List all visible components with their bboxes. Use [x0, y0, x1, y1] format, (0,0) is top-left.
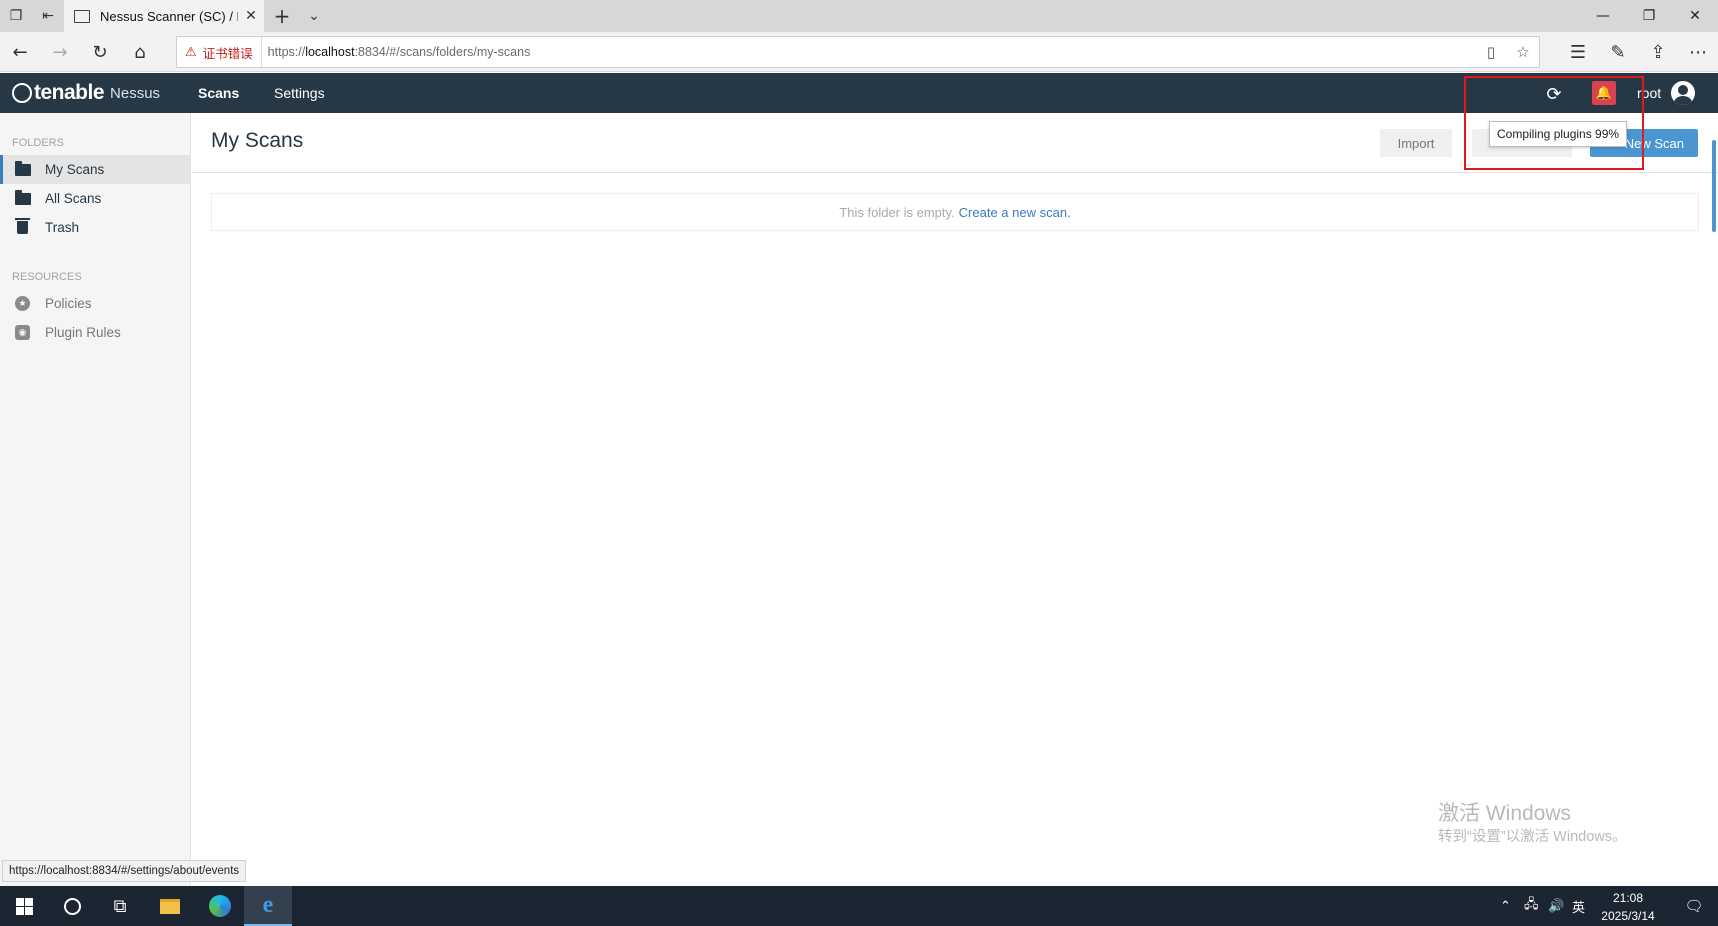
- edge-legacy-button[interactable]: e: [244, 886, 292, 926]
- action-center-icon[interactable]: 🗨: [1674, 886, 1714, 926]
- tab-title: Nessus Scanner (SC) / F: [100, 8, 238, 24]
- sidebar-item-plugin-rules[interactable]: ◉ Plugin Rules: [0, 318, 190, 347]
- set-tabs-aside-icon[interactable]: ⇤: [32, 0, 64, 32]
- tab-list-icon[interactable]: ❐: [0, 0, 32, 32]
- refresh-icon[interactable]: ↻: [80, 32, 120, 72]
- resources-heading: RESOURCES: [12, 271, 82, 283]
- file-explorer-button[interactable]: [146, 886, 194, 926]
- close-tab-icon[interactable]: ✕: [238, 8, 264, 24]
- browser-nav-bar: ← → ↻ ⌂ ⚠ 证书错误 https://localhost:8834/#/…: [0, 32, 1718, 72]
- empty-text: This folder is empty.: [839, 204, 955, 220]
- browser-tab-active[interactable]: Nessus Scanner (SC) / F ✕: [64, 0, 264, 32]
- highlight-box: [1464, 76, 1644, 170]
- page-icon: [74, 9, 90, 23]
- start-button[interactable]: [0, 886, 48, 926]
- reading-view-icon[interactable]: ▯: [1475, 43, 1507, 61]
- app-top-nav: tenable Nessus Scans Settings ⟳ 🔔 root: [0, 73, 1718, 113]
- task-view-icon: ⧉: [113, 895, 127, 917]
- taskbar: ⧉ e ⌃ 🖧 🔊 英 21:08 2025/3/14 🗨: [0, 886, 1718, 926]
- new-tab-icon[interactable]: +: [266, 0, 298, 32]
- url-host: localhost: [305, 45, 355, 59]
- certificate-error-button[interactable]: ⚠ 证书错误: [177, 37, 262, 67]
- forward-icon[interactable]: →: [40, 32, 80, 72]
- clock[interactable]: 21:08 2025/3/14: [1596, 889, 1660, 925]
- user-avatar-icon: [1671, 81, 1696, 105]
- sidebar-item-all-scans[interactable]: All Scans: [0, 184, 190, 213]
- plugin-rules-icon: ◉: [14, 325, 31, 340]
- sidebar-item-my-scans[interactable]: My Scans: [0, 155, 190, 184]
- cert-error-label: 证书错误: [202, 46, 253, 61]
- share-icon[interactable]: ⇪: [1638, 32, 1678, 72]
- web-note-icon[interactable]: ✎: [1598, 32, 1638, 72]
- windows-logo-icon: [15, 897, 33, 915]
- activate-windows-title: 激活 Windows: [1438, 802, 1572, 825]
- favorites-hub-icon[interactable]: ☰: [1558, 32, 1598, 72]
- tenable-logo-icon: [12, 83, 32, 103]
- edge-legacy-icon: e: [262, 891, 274, 918]
- folder-icon: [14, 189, 31, 206]
- search-circle-icon: [63, 897, 81, 915]
- more-icon[interactable]: ⋯: [1678, 32, 1718, 72]
- trash-icon: [14, 218, 31, 235]
- sidebar-item-label: Trash: [45, 220, 80, 235]
- address-bar-actions: ▯ ☆: [1475, 37, 1539, 67]
- restore-icon[interactable]: ❐: [1626, 0, 1672, 32]
- side-scroll-indicator: [1712, 140, 1716, 232]
- tab-preview-chevron-icon[interactable]: ⌄: [298, 0, 330, 32]
- folders-heading: FOLDERS: [12, 137, 64, 149]
- volume-icon[interactable]: 🔊: [1548, 886, 1564, 926]
- tenable-logo[interactable]: tenable Nessus: [12, 73, 160, 113]
- task-view-button[interactable]: ⧉: [96, 886, 144, 926]
- url-prefix: https://: [267, 45, 306, 59]
- url-text[interactable]: https://localhost:8834/#/scans/folders/m…: [262, 45, 531, 59]
- create-new-scan-link[interactable]: Create a new scan.: [959, 205, 1071, 220]
- close-window-icon[interactable]: ✕: [1672, 0, 1718, 32]
- warning-icon: ⚠: [185, 44, 197, 60]
- sidebar-item-label: My Scans: [45, 162, 105, 177]
- clock-date: 2025/3/14: [1601, 909, 1655, 923]
- network-icon[interactable]: 🖧: [1524, 886, 1539, 926]
- favorite-star-icon[interactable]: ☆: [1507, 43, 1539, 61]
- sidebar: FOLDERS My Scans All Scans Trash RESOURC…: [0, 113, 191, 886]
- folder-open-icon: [14, 160, 31, 177]
- sidebar-item-label: Policies: [45, 296, 92, 311]
- ime-indicator[interactable]: 英: [1572, 886, 1585, 926]
- brand-name: tenable: [34, 81, 105, 104]
- edge-icon: [209, 895, 231, 917]
- address-bar[interactable]: ⚠ 证书错误 https://localhost:8834/#/scans/fo…: [176, 36, 1540, 68]
- status-url: https://localhost:8834/#/settings/about/…: [2, 860, 247, 882]
- nav-settings[interactable]: Settings: [274, 73, 325, 113]
- product-name: Nessus: [110, 84, 161, 102]
- page-title: My Scans: [211, 129, 304, 152]
- minimize-icon[interactable]: —: [1580, 0, 1626, 32]
- file-explorer-icon: [160, 898, 180, 914]
- sidebar-item-policies[interactable]: ★ Policies: [0, 289, 190, 318]
- title-divider: [192, 172, 1718, 173]
- edge-chromium-button[interactable]: [196, 886, 244, 926]
- sidebar-item-label: All Scans: [45, 191, 102, 206]
- browser-tab-bar: ❐ ⇤ Nessus Scanner (SC) / F ✕ + ⌄ — ❐ ✕: [0, 0, 1718, 32]
- show-hidden-icons[interactable]: ⌃: [1500, 886, 1511, 926]
- activate-windows-subtitle: 转到“设置”以激活 Windows。: [1438, 829, 1627, 845]
- user-menu[interactable]: root: [1637, 73, 1696, 113]
- back-icon[interactable]: ←: [0, 32, 40, 72]
- home-icon[interactable]: ⌂: [120, 32, 160, 72]
- nav-scans[interactable]: Scans: [198, 73, 239, 113]
- import-button[interactable]: Import: [1380, 129, 1452, 157]
- url-path: :8834/#/scans/folders/my-scans: [354, 45, 531, 59]
- clock-time: 21:08: [1612, 891, 1644, 905]
- policy-badge-icon: ★: [14, 296, 31, 311]
- sidebar-item-label: Plugin Rules: [45, 325, 121, 340]
- sidebar-item-trash[interactable]: Trash: [0, 213, 190, 242]
- search-button[interactable]: [48, 886, 96, 926]
- empty-folder-message: This folder is empty. Create a new scan.: [211, 193, 1699, 231]
